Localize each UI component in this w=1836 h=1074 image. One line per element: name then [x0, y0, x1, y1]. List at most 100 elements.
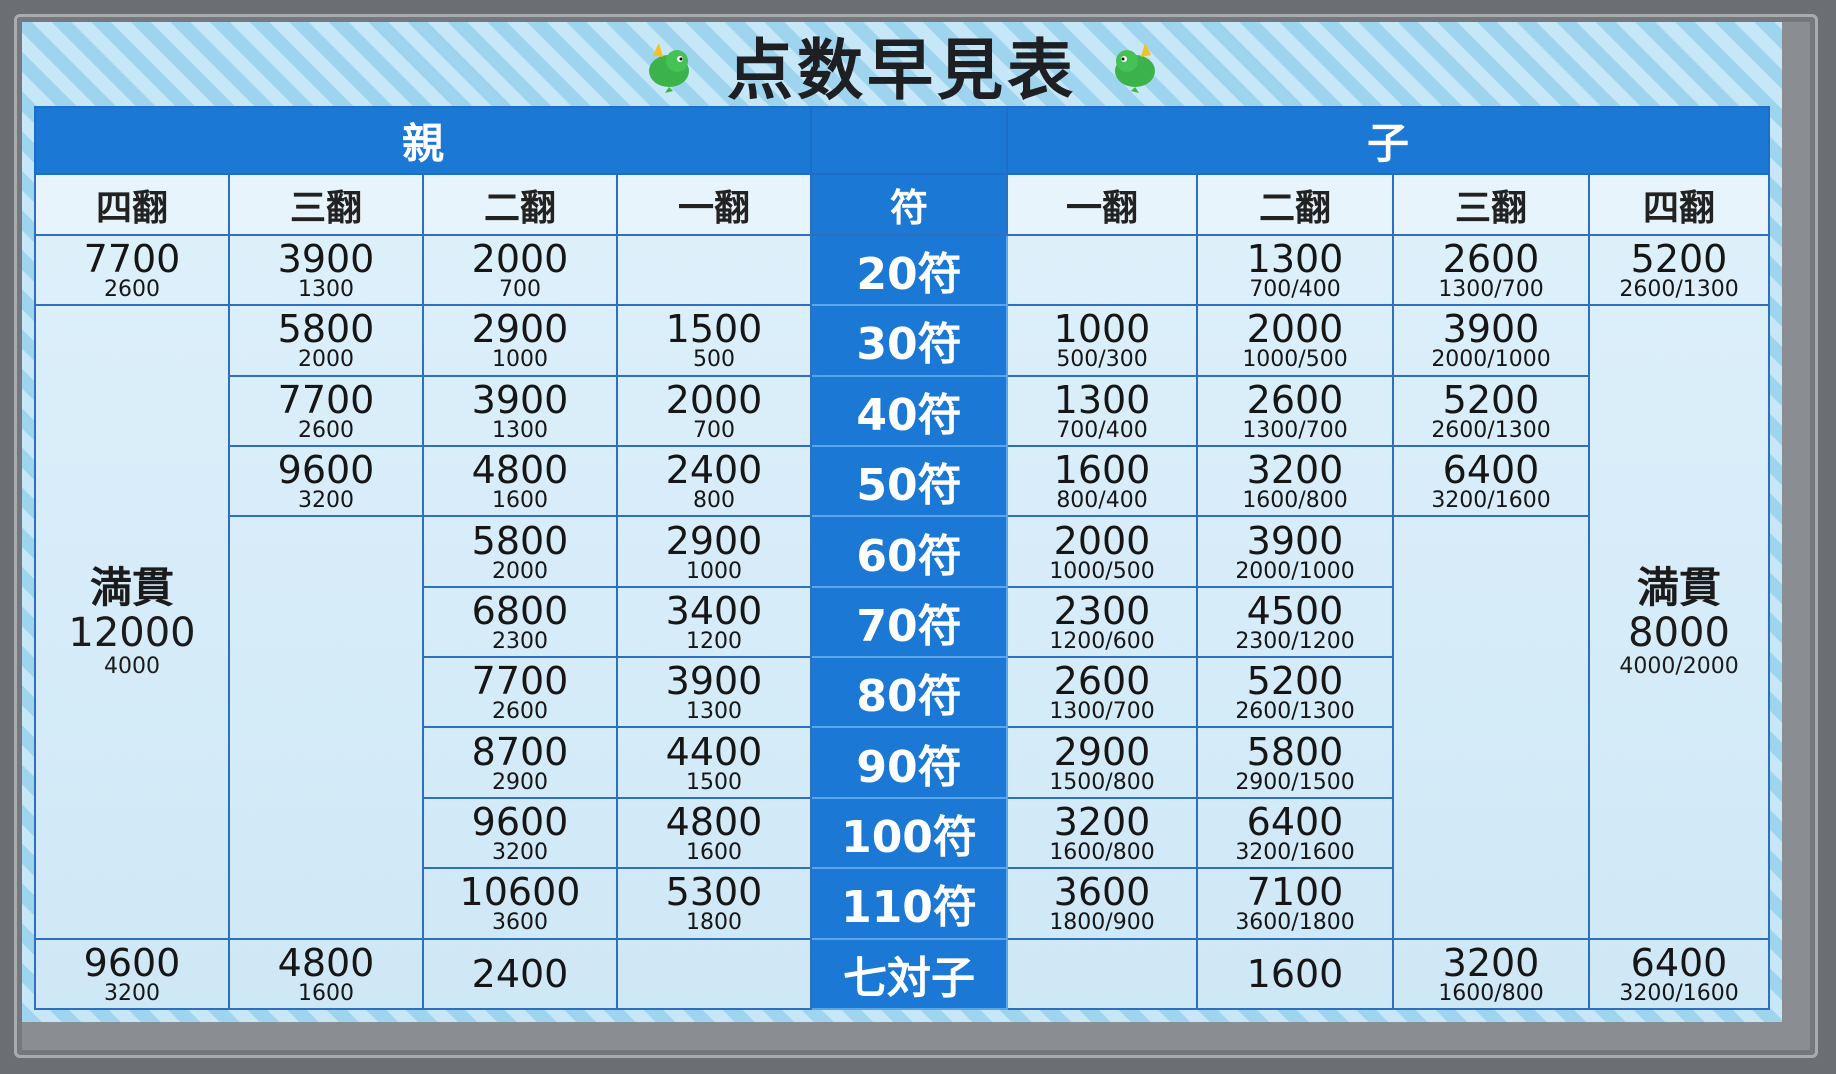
- score-payment: 500: [693, 347, 735, 373]
- score-cell: 3200 1600/800: [1392, 937, 1591, 1011]
- score-value: 2000: [471, 237, 569, 282]
- table-row: 9600 3200 4800 1600 100符 3200 1600/800 6400 3200…: [35, 796, 1769, 870]
- score-cell: 3200 1600/800: [1006, 796, 1199, 870]
- score-value: 7700: [471, 659, 569, 704]
- fu-label: 20符: [810, 233, 1009, 307]
- score-payment: 2600/1300: [1235, 699, 1355, 725]
- score-value: 7700: [277, 377, 375, 422]
- green-dragon-mascot-icon: [649, 43, 689, 93]
- score-cell: 2400 800: [615, 445, 813, 518]
- fu-label: 50符: [810, 445, 1009, 518]
- score-payment: 700: [499, 277, 541, 303]
- score-value: 3600: [1053, 870, 1151, 915]
- score-value: 5800: [277, 307, 375, 352]
- table-row: 6800 2300 3400 1200 70符 2300 1200/600 4500 2300/…: [35, 585, 1769, 659]
- mangan-label: 満貫: [89, 562, 174, 612]
- score-cell: 2900 1000: [422, 304, 618, 377]
- score-cell: 7700 2600: [34, 233, 230, 307]
- fu-label: 110符: [810, 867, 1009, 940]
- score-value: 3200: [1053, 799, 1151, 844]
- score-value: 2300: [1053, 588, 1151, 633]
- score-payment: 700/400: [1056, 417, 1148, 443]
- col-child-2han: 二翻: [1196, 173, 1395, 236]
- score-payment: 1500: [686, 769, 742, 795]
- table-row: 10600 3600 5300 1800 110符 3600 1800/900 7100 360…: [35, 867, 1769, 940]
- score-cell: 3900 1300: [422, 374, 618, 448]
- mangan-area: [1392, 515, 1590, 587]
- mangan-area: [229, 727, 424, 798]
- score-cell: 5800 2900/1500: [1196, 726, 1395, 799]
- empty-cell: [615, 937, 813, 1011]
- score-value: 2400: [665, 448, 763, 493]
- score-payment: 2600/1300: [1431, 417, 1551, 443]
- score-table: 親 子 四翻 三翻 二翻 一翻 符 一翻 二翻 三翻 四翻 7700 2600 39…: [33, 105, 1771, 1011]
- mangan-value: 12000: [68, 609, 196, 656]
- score-value: 6400: [1442, 448, 1540, 493]
- mangan-area: [1392, 868, 1590, 940]
- score-payment: 2600/1300: [1619, 277, 1739, 303]
- score-value: 5800: [1246, 729, 1344, 774]
- mangan-payment: 4000: [104, 653, 160, 679]
- score-cell: 6400 3200/1600: [1588, 937, 1771, 1011]
- score-payment: 1000: [492, 347, 548, 373]
- score-value: 3400: [665, 588, 763, 633]
- score-payment: 2000/1000: [1431, 347, 1551, 373]
- score-cell: 3900 2000/1000: [1196, 515, 1395, 588]
- mangan-area: [229, 586, 424, 658]
- fu-group-spacer: [810, 105, 1009, 176]
- table-row: 7700 2600 3900 1300 2000 700 20符 1300 700/400 260…: [34, 233, 1771, 307]
- score-value: 2600: [1442, 237, 1540, 282]
- score-value: 3900: [1246, 518, 1344, 563]
- score-value: 2900: [1053, 729, 1151, 774]
- score-cell: 6400 3200/1600: [1392, 445, 1591, 518]
- mangan-payment: 4000/2000: [1619, 653, 1739, 679]
- dealer-header: 親: [33, 105, 813, 176]
- mangan-value: 8000: [1628, 609, 1730, 656]
- mangan-area: [229, 657, 424, 728]
- score-payment: 2600: [104, 277, 160, 303]
- score-payment: 2300: [492, 628, 548, 654]
- score-cell: 2600 1300/700: [1196, 374, 1395, 448]
- score-payment: 3200: [492, 839, 548, 865]
- fu-label: 30符: [810, 304, 1009, 377]
- score-cell: 2000 700: [422, 233, 618, 307]
- score-cell: 10600 3600: [422, 867, 618, 940]
- score-cell: 2600 1300/700: [1392, 233, 1591, 307]
- score-cell: 3900 2000/1000: [1392, 304, 1591, 377]
- score-cell: 1300 700/400: [1196, 233, 1395, 307]
- score-cell: 9600 3200: [422, 796, 618, 870]
- table-row: 9600 3200 4800 1600 2400 七対子 1600 3200 1600/800 6…: [34, 937, 1771, 1011]
- score-value: 7700: [83, 237, 181, 282]
- col-child-4han: 四翻: [1588, 173, 1771, 236]
- empty-cell: [615, 233, 813, 307]
- mangan-area: [1392, 727, 1590, 798]
- score-payment: 1300/700: [1438, 277, 1544, 303]
- score-payment: 1200: [686, 628, 742, 654]
- score-cell: 4500 2300/1200: [1196, 585, 1395, 659]
- score-cell: 4800 1600: [422, 445, 618, 518]
- score-value: 4800: [665, 799, 763, 844]
- score-payment: 800: [693, 488, 735, 514]
- score-value: 2000: [1053, 518, 1151, 563]
- col-child-3han: 三翻: [1392, 173, 1591, 236]
- score-cell: 5300 1800: [615, 867, 813, 940]
- score-payment: 1300/700: [1242, 417, 1348, 443]
- score-cell: 5800 2000: [228, 304, 424, 377]
- group-header-row: 親 子: [33, 105, 1771, 176]
- score-value: 6400: [1630, 940, 1728, 985]
- col-dealer-1han: 一翻: [615, 173, 813, 236]
- score-cell: 8700 2900: [422, 726, 618, 799]
- score-value: 2400: [471, 951, 569, 996]
- score-payment: 1600/800: [1049, 839, 1155, 865]
- score-value: 10600: [459, 870, 581, 915]
- score-value: 5200: [1630, 237, 1728, 282]
- score-value: 1000: [1053, 307, 1151, 352]
- score-value: 2000: [1246, 307, 1344, 352]
- score-value: 3900: [665, 659, 763, 704]
- score-value: 9600: [277, 448, 375, 493]
- fu-label: 70符: [810, 585, 1009, 659]
- empty-cell: [1006, 937, 1199, 1011]
- score-value: 3900: [1442, 307, 1540, 352]
- score-cell: 4400 1500: [615, 726, 813, 799]
- score-value: 6800: [471, 588, 569, 633]
